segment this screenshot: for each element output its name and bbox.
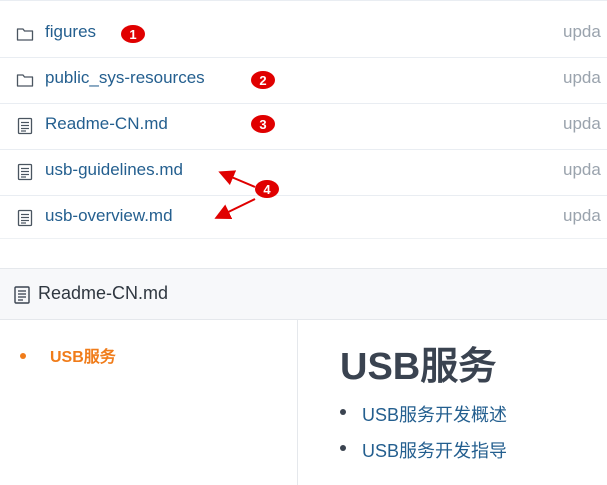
folder-icon — [16, 28, 34, 41]
bullet-icon — [340, 409, 346, 415]
commit-message[interactable]: upda — [563, 68, 601, 88]
readme-content: USB服务 USB服务开发概述 USB服务开发指导 — [298, 319, 607, 485]
folder-icon — [16, 74, 34, 87]
readme-header: Readme-CN.md — [0, 268, 607, 320]
file-name[interactable]: public_sys-resources — [45, 68, 205, 88]
file-row-public-sys-resources[interactable]: public_sys-resources upda — [0, 57, 607, 104]
section-divider — [0, 238, 607, 269]
file-icon — [17, 209, 33, 227]
commit-message[interactable]: upda — [563, 114, 601, 134]
readme-toc: USB服务 — [0, 319, 298, 485]
file-list: figures upda public_sys-resources upda R… — [0, 0, 607, 242]
file-row-readme-cn[interactable]: Readme-CN.md upda — [0, 103, 607, 150]
file-name[interactable]: usb-overview.md — [45, 206, 173, 226]
bullet-icon — [340, 445, 346, 451]
file-row-usb-overview[interactable]: usb-overview.md upda — [0, 195, 607, 242]
file-name[interactable]: figures — [45, 22, 96, 42]
file-icon — [14, 286, 30, 304]
bullet-icon — [20, 352, 26, 359]
commit-message[interactable]: upda — [563, 22, 601, 42]
page: figures upda public_sys-resources upda R… — [0, 0, 607, 485]
list-item: USB服务开发指导 — [340, 437, 507, 473]
file-name[interactable]: Readme-CN.md — [45, 114, 168, 134]
readme-heading: USB服务 — [340, 346, 497, 388]
file-icon — [17, 117, 33, 135]
file-row-figures[interactable]: figures upda — [0, 11, 607, 58]
link-usb-overview[interactable]: USB服务开发概述 — [362, 405, 507, 425]
file-icon — [17, 163, 33, 181]
commit-message[interactable]: upda — [563, 206, 601, 226]
list-item: USB服务开发概述 — [340, 401, 507, 437]
link-usb-guidelines[interactable]: USB服务开发指导 — [362, 441, 507, 461]
file-row-usb-guidelines[interactable]: usb-guidelines.md upda — [0, 149, 607, 196]
toc-item-usb-service[interactable]: USB服务 — [20, 343, 116, 367]
readme-link-list: USB服务开发概述 USB服务开发指导 — [340, 401, 507, 473]
toc-item-label[interactable]: USB服务 — [50, 349, 116, 366]
readme-title: Readme-CN.md — [38, 283, 169, 303]
file-name[interactable]: usb-guidelines.md — [45, 160, 183, 180]
commit-message[interactable]: upda — [563, 160, 601, 180]
